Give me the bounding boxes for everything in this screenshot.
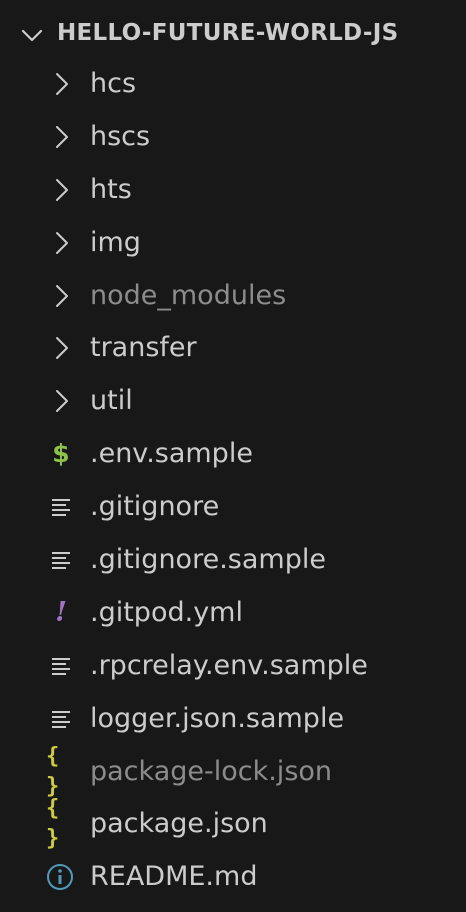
- tree-item-label: hscs: [90, 120, 151, 152]
- tree-file-item[interactable]: { } package-lock.json: [0, 743, 466, 799]
- tree-folder-item[interactable]: hscs: [0, 111, 466, 164]
- tree-item-label: .gitpod.yml: [90, 596, 243, 628]
- tree-item-label: transfer: [90, 332, 197, 364]
- dollar-icon: $: [52, 439, 70, 469]
- tree-item-label: package-lock.json: [90, 755, 333, 787]
- chevron-right-icon[interactable]: [46, 333, 76, 363]
- chevron-right-icon[interactable]: [46, 386, 76, 416]
- tree-item-label: .gitignore.sample: [90, 544, 326, 576]
- chevron-down-icon[interactable]: [20, 23, 44, 47]
- lines-icon: [46, 492, 76, 522]
- tree-file-item[interactable]: README.md: [0, 851, 466, 904]
- tree-file-item[interactable]: $ .env.sample: [0, 428, 466, 481]
- tree-item-label: README.md: [90, 861, 258, 893]
- chevron-right-icon[interactable]: [46, 228, 76, 258]
- tree-item-label: img: [90, 226, 141, 258]
- tree-folder-item[interactable]: hts: [0, 164, 466, 217]
- chevron-right-icon[interactable]: [46, 281, 76, 311]
- tree-file-item[interactable]: logger.json.sample: [0, 693, 466, 746]
- tree-folder-item[interactable]: node_modules: [0, 270, 466, 323]
- workspace-title: HELLO-FUTURE-WORLD-JS: [57, 20, 399, 46]
- lines-icon: [46, 651, 76, 681]
- tree-item-label: .gitignore: [90, 491, 220, 523]
- braces-icon: { }: [46, 743, 59, 799]
- chevron-right-icon[interactable]: [46, 69, 76, 99]
- lines-icon: [46, 704, 76, 734]
- file-explorer: HELLO-FUTURE-WORLD-JS hcs hscs hts img node_…: [0, 0, 466, 912]
- tree-file-item[interactable]: .gitignore.sample: [0, 534, 466, 587]
- tree-item-label: logger.json.sample: [90, 702, 345, 734]
- tree-item-label: .rpcrelay.env.sample: [90, 649, 368, 681]
- tree-folder-item[interactable]: transfer: [0, 322, 466, 375]
- tree-item-label: package.json: [90, 808, 268, 840]
- workspace-section-header[interactable]: HELLO-FUTURE-WORLD-JS: [0, 8, 466, 58]
- tree-item-label: node_modules: [90, 279, 287, 311]
- tree-file-item[interactable]: { } package.json: [0, 796, 466, 852]
- tree-file-item[interactable]: .gitignore: [0, 481, 466, 534]
- exclamation-icon: !: [55, 596, 67, 628]
- chevron-right-icon[interactable]: [46, 175, 76, 205]
- info-icon: [46, 862, 76, 892]
- braces-icon: { }: [46, 796, 59, 852]
- tree-folder-item[interactable]: util: [0, 375, 466, 428]
- lines-icon: [46, 545, 76, 575]
- tree-file-item[interactable]: .rpcrelay.env.sample: [0, 640, 466, 693]
- tree-folder-item[interactable]: img: [0, 217, 466, 270]
- file-tree: hcs hscs hts img node_modules transfer util $ .e…: [0, 58, 466, 904]
- tree-item-label: .env.sample: [90, 438, 253, 470]
- tree-item-label: hts: [90, 173, 132, 205]
- tree-file-item[interactable]: ! .gitpod.yml: [0, 587, 466, 640]
- tree-item-label: util: [90, 385, 133, 417]
- tree-item-label: hcs: [90, 68, 137, 99]
- chevron-right-icon[interactable]: [46, 122, 76, 152]
- tree-folder-item[interactable]: hcs: [0, 58, 466, 111]
